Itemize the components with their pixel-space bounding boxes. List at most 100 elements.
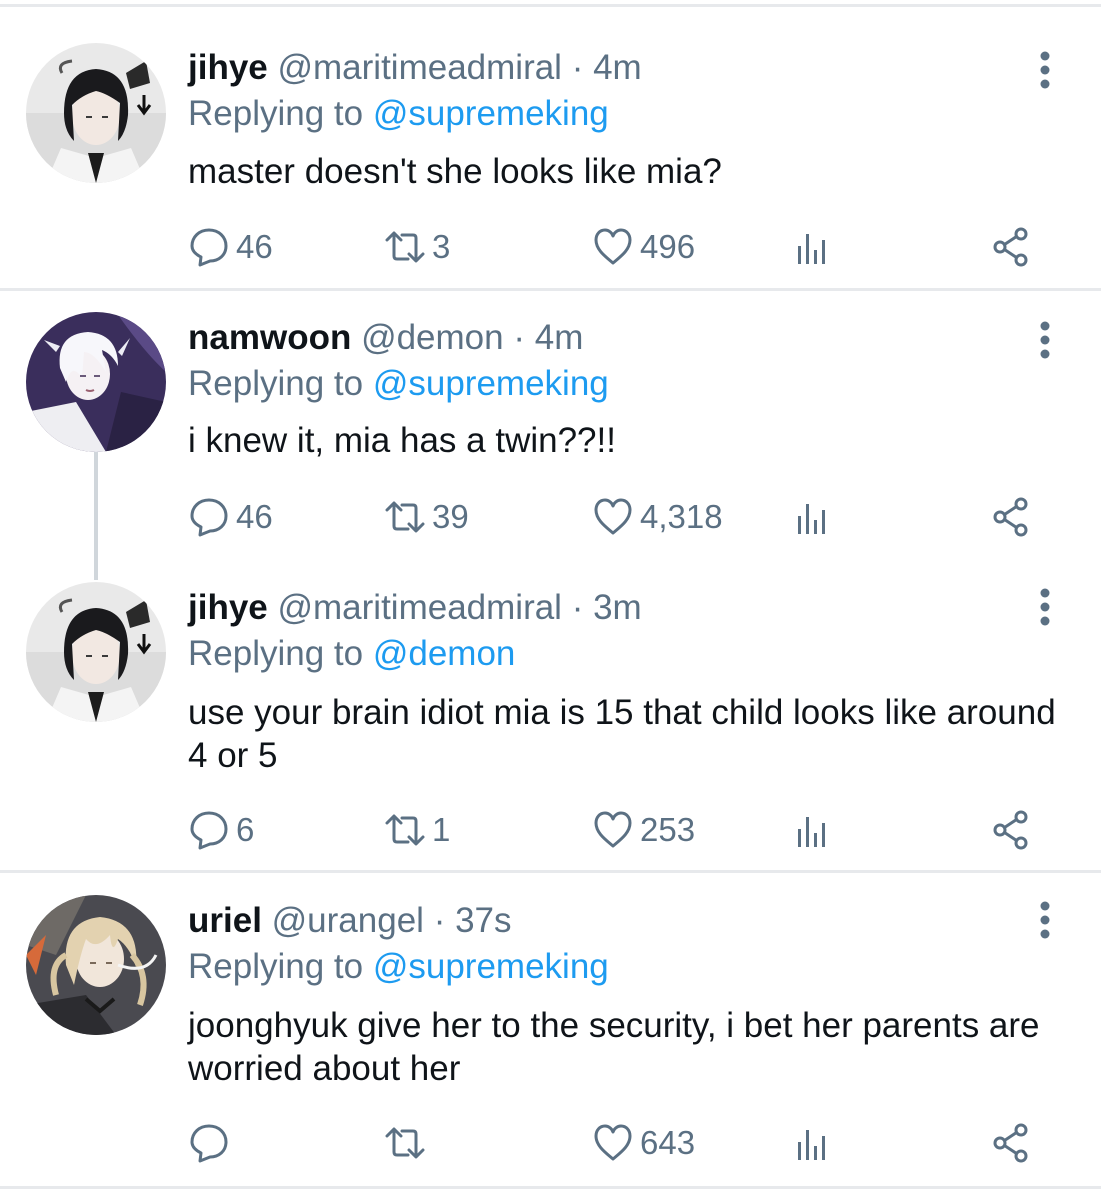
analytics-button[interactable]	[792, 492, 834, 542]
reply-button[interactable]	[188, 1118, 236, 1168]
display-name[interactable]: jihye	[188, 588, 268, 627]
handle[interactable]: @urangel	[272, 901, 424, 940]
separator-dot: ·	[433, 901, 446, 940]
heart-icon	[594, 498, 632, 535]
retweet-count: 3	[432, 228, 451, 265]
top-divider	[0, 4, 1101, 7]
replying-to-mention[interactable]: @demon	[373, 634, 516, 673]
retweet-icon	[385, 1127, 425, 1159]
timestamp[interactable]: 4m	[593, 48, 642, 87]
tweet-text: i knew it, mia has a twin??!!	[188, 421, 616, 460]
tweet-actions: 6 1 253	[0, 805, 1101, 855]
more-options-icon[interactable]	[1030, 318, 1060, 362]
timestamp[interactable]: 3m	[593, 588, 642, 627]
tweet-actions: 643	[0, 1118, 1101, 1168]
tweet-header: jihye @maritimeadmiral · 3m	[188, 588, 642, 628]
reply-button[interactable]: 6	[188, 805, 254, 855]
like-button[interactable]: 643	[592, 1118, 695, 1168]
retweet-icon	[385, 231, 425, 263]
more-options-icon[interactable]	[1030, 48, 1060, 92]
replying-to-mention[interactable]: @supremeking	[373, 364, 609, 403]
reply-icon	[190, 1124, 228, 1163]
share-icon	[993, 810, 1028, 850]
reply-icon	[190, 498, 228, 537]
share-button[interactable]	[990, 222, 1032, 272]
heart-icon	[594, 228, 632, 265]
share-button[interactable]	[990, 1118, 1032, 1168]
tweet[interactable]: uriel @urangel · 37s Replying to @suprem…	[0, 878, 1101, 1188]
tweet-header: uriel @urangel · 37s	[188, 901, 512, 941]
like-button[interactable]: 253	[592, 805, 695, 855]
retweet-button[interactable]: 39	[384, 492, 469, 542]
tweet[interactable]: jihye @maritimeadmiral · 4m Replying to …	[0, 10, 1101, 288]
display-name[interactable]: uriel	[188, 901, 262, 940]
avatar-white-hair-icon	[26, 312, 166, 452]
timestamp[interactable]: 4m	[535, 318, 584, 357]
separator-dot: ·	[513, 318, 525, 357]
replying-to: Replying to @supremeking	[188, 94, 609, 134]
like-button[interactable]: 4,318	[592, 492, 723, 542]
retweet-icon	[385, 501, 425, 533]
avatar[interactable]	[26, 312, 166, 452]
analytics-button[interactable]	[792, 1118, 834, 1168]
retweet-icon	[385, 814, 425, 846]
divider	[0, 1186, 1101, 1189]
tweet[interactable]: namwoon @demon · 4m Replying to @supreme…	[0, 295, 1101, 560]
avatar-dark-hair-icon	[26, 43, 166, 183]
replying-to: Replying to @supremeking	[188, 947, 609, 987]
display-name[interactable]: namwoon	[188, 318, 351, 357]
reply-count: 46	[236, 228, 273, 265]
replying-to-prefix: Replying to	[188, 947, 364, 986]
share-icon	[993, 227, 1028, 267]
handle[interactable]: @maritimeadmiral	[278, 588, 562, 627]
retweet-button[interactable]: 1	[384, 805, 450, 855]
analytics-button[interactable]	[792, 805, 834, 855]
analytics-icon	[798, 504, 825, 534]
more-options-icon[interactable]	[1030, 585, 1060, 629]
avatar[interactable]	[26, 582, 166, 722]
like-count: 496	[640, 228, 696, 265]
replying-to-prefix: Replying to	[188, 94, 364, 133]
share-button[interactable]	[990, 805, 1032, 855]
avatar[interactable]	[26, 43, 166, 183]
avatar[interactable]	[26, 895, 166, 1035]
share-icon	[993, 1123, 1028, 1163]
timestamp[interactable]: 37s	[455, 901, 511, 940]
analytics-icon	[798, 817, 825, 847]
reply-button[interactable]: 46	[188, 492, 273, 542]
retweet-button[interactable]: 3	[384, 222, 450, 272]
tweet-actions: 46 39 4,318	[0, 492, 1101, 542]
separator-dot: ·	[571, 588, 584, 627]
reply-button[interactable]: 46	[188, 222, 273, 272]
tweet[interactable]: jihye @maritimeadmiral · 3m Replying to …	[0, 565, 1101, 870]
heart-icon	[594, 1124, 632, 1161]
replying-to-prefix: Replying to	[188, 364, 364, 403]
replying-to-mention[interactable]: @supremeking	[373, 94, 609, 133]
tweet-text: use your brain idiot mia is 15 that chil…	[188, 693, 1056, 775]
share-icon	[993, 497, 1028, 537]
handle[interactable]: @maritimeadmiral	[278, 48, 562, 87]
tweet-header: jihye @maritimeadmiral · 4m	[188, 48, 642, 88]
reply-icon	[190, 228, 228, 267]
display-name[interactable]: jihye	[188, 48, 268, 87]
reply-icon	[190, 811, 228, 850]
avatar-dark-hair-icon	[26, 582, 166, 722]
divider	[0, 870, 1101, 873]
retweet-count: 1	[432, 811, 451, 848]
replying-to-mention[interactable]: @supremeking	[373, 947, 609, 986]
tweet-text: master doesn't she looks like mia?	[188, 152, 722, 191]
heart-icon	[594, 811, 632, 848]
retweet-button[interactable]	[384, 1118, 432, 1168]
reply-count: 46	[236, 498, 273, 535]
analytics-button[interactable]	[792, 222, 834, 272]
more-options-icon[interactable]	[1030, 898, 1060, 942]
tweet-header: namwoon @demon · 4m	[188, 318, 583, 358]
like-count: 253	[640, 811, 696, 848]
like-count: 643	[640, 1124, 696, 1161]
avatar-blonde-hair-icon	[26, 895, 166, 1035]
handle[interactable]: @demon	[361, 318, 504, 357]
like-button[interactable]: 496	[592, 222, 695, 272]
tweet-actions: 46 3 496	[0, 222, 1101, 272]
replying-to-prefix: Replying to	[188, 634, 364, 673]
share-button[interactable]	[990, 492, 1032, 542]
